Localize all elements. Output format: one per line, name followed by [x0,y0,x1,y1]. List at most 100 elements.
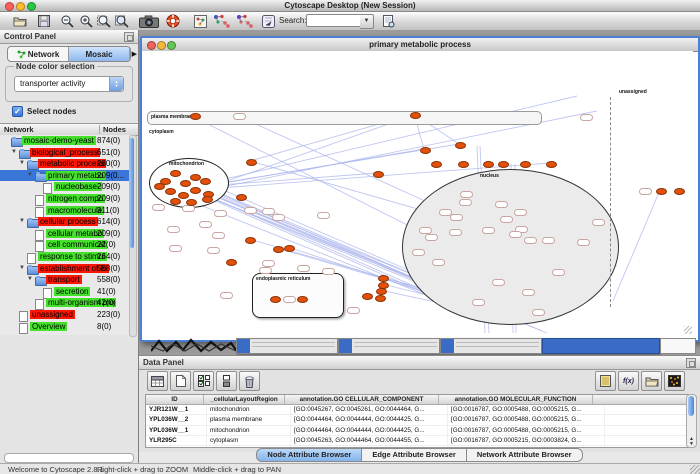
gene-node[interactable] [542,237,555,244]
highlighted-gene-node[interactable] [520,161,531,168]
new-attribute-icon[interactable] [170,371,191,391]
gene-node[interactable] [425,234,438,241]
tree-row[interactable]: ▼biological_process651(0) [0,147,131,159]
nucleus-region[interactable] [402,169,619,325]
highlighted-gene-node[interactable] [180,180,191,187]
gene-node[interactable] [577,239,590,246]
gene-node[interactable] [482,227,495,234]
import-attributes-icon[interactable] [641,371,662,391]
minimized-window-3[interactable] [440,338,542,354]
gene-node[interactable] [459,199,472,206]
highlighted-gene-node[interactable] [170,198,181,205]
open-folder-icon[interactable] [12,13,28,29]
highlighted-gene-node[interactable] [202,196,213,203]
attribute-matrix-icon[interactable] [664,371,685,391]
gene-node[interactable] [214,210,227,217]
highlighted-gene-node[interactable] [373,171,384,178]
tree-row[interactable]: ▼cellular process614(0) [0,216,131,228]
tree-row[interactable]: secretion41(0) [0,286,131,298]
gene-node[interactable] [514,209,527,216]
destroy-view-icon[interactable] [234,13,254,29]
highlighted-gene-node[interactable] [297,296,308,303]
table-row[interactable]: YPL036W__2plasma membrane[GO:0044464, GO… [146,415,689,425]
highlighted-gene-node[interactable] [200,178,211,185]
gene-node[interactable] [199,221,212,228]
tree-row[interactable]: multi-organism pro42(0) [0,297,131,309]
highlighted-gene-node[interactable] [246,159,257,166]
gene-node[interactable] [152,204,165,211]
tab-overflow-arrow-icon[interactable]: ▶ [132,50,137,58]
highlighted-gene-node[interactable] [226,259,237,266]
column-header[interactable]: ID [146,395,204,404]
gene-node[interactable] [495,201,508,208]
gene-node[interactable] [419,227,432,234]
highlighted-gene-node[interactable] [420,147,431,154]
network-canvas[interactable]: plasma membrane cytoplasm mitochondrion … [142,51,693,335]
gene-node[interactable] [322,268,335,275]
gene-node[interactable] [522,289,535,296]
gene-node[interactable] [639,188,652,195]
tree-row[interactable]: response to stimul264(0) [0,251,131,263]
tree-row[interactable]: ▼primary metabo209(0... [0,170,131,182]
gene-node[interactable] [450,214,463,221]
select-attributes-icon[interactable] [193,371,214,391]
minimized-window-4[interactable] [542,338,660,354]
tree-col-network[interactable]: Network [4,125,34,134]
tree-row[interactable]: nitrogen compo209(0) [0,193,131,205]
table-row[interactable]: YJR121W__1mitochondrion[GO:0045267, GO:0… [146,405,689,415]
destroy-network-icon[interactable] [211,13,231,29]
tree-row[interactable]: mosaic-demo-yeast874(0) [0,135,131,147]
gene-node[interactable] [317,212,330,219]
highlighted-gene-node[interactable] [190,113,201,120]
tree-row[interactable]: ▼transport558(0) [0,274,131,286]
tab-network[interactable]: Network [8,47,69,61]
highlighted-gene-node[interactable] [170,170,181,177]
control-panel-hscrollbar[interactable] [4,453,134,463]
expander-icon[interactable]: ▼ [19,160,25,166]
tree-row[interactable]: ▼metabolic process280(0) [0,158,131,170]
highlighted-gene-node[interactable] [674,188,685,195]
highlighted-gene-node[interactable] [190,187,201,194]
gene-node[interactable] [449,229,462,236]
gene-node[interactable] [552,269,565,276]
table-row[interactable]: YLR295Ccytoplasm[GO:0045263, GO:0044464,… [146,436,689,446]
expander-icon[interactable]: ▼ [11,149,17,155]
expander-icon[interactable]: ▼ [19,218,25,224]
gene-node[interactable] [460,191,473,198]
gene-node[interactable] [220,292,233,299]
gene-node[interactable] [169,245,182,252]
tree-row[interactable]: Overview8(0) [0,321,131,333]
gene-node[interactable] [432,259,445,266]
delete-attribute-icon[interactable] [239,371,260,391]
minimized-window-1[interactable] [236,338,338,354]
node-color-dropdown[interactable]: transporter activity ▲▼ [14,76,124,92]
highlighted-gene-node[interactable] [245,237,256,244]
highlighted-gene-node[interactable] [458,161,469,168]
snapshot-camera-icon[interactable] [138,13,160,29]
tree-row[interactable]: ▼establishment of lo558(0) [0,263,131,275]
window-resize-grip[interactable] [684,326,692,334]
gene-node[interactable] [492,279,505,286]
network-window-titlebar[interactable]: primary metabolic process [142,38,698,52]
search-dropdown-button[interactable]: ▼ [360,14,374,29]
highlighted-gene-node[interactable] [375,295,386,302]
network-frame-icon[interactable] [192,13,208,29]
column-header[interactable]: annotation.GO CELLULAR_COMPONENT [285,395,439,404]
gene-node[interactable] [244,207,257,214]
highlighted-gene-node[interactable] [178,192,189,199]
tree-row[interactable]: cellular metabo209(0) [0,228,131,240]
highlighted-gene-node[interactable] [546,161,557,168]
gene-node[interactable] [509,231,522,238]
network-view-window[interactable]: primary metabolic process plasma membran… [140,36,700,342]
highlighted-gene-node[interactable] [284,245,295,252]
gene-node[interactable] [259,267,272,274]
select-nodes-checkbox[interactable]: ✓ [12,106,23,117]
tree-row[interactable]: unassigned223(0) [0,309,131,321]
highlighted-gene-node[interactable] [165,188,176,195]
gene-node[interactable] [283,296,296,303]
highlighted-gene-node[interactable] [656,188,667,195]
highlighted-gene-node[interactable] [378,275,389,282]
column-header[interactable]: annotation.GO MOLECULAR_FUNCTION [439,395,593,404]
zoom-in-icon[interactable] [78,13,94,29]
highlighted-gene-node[interactable] [270,296,281,303]
